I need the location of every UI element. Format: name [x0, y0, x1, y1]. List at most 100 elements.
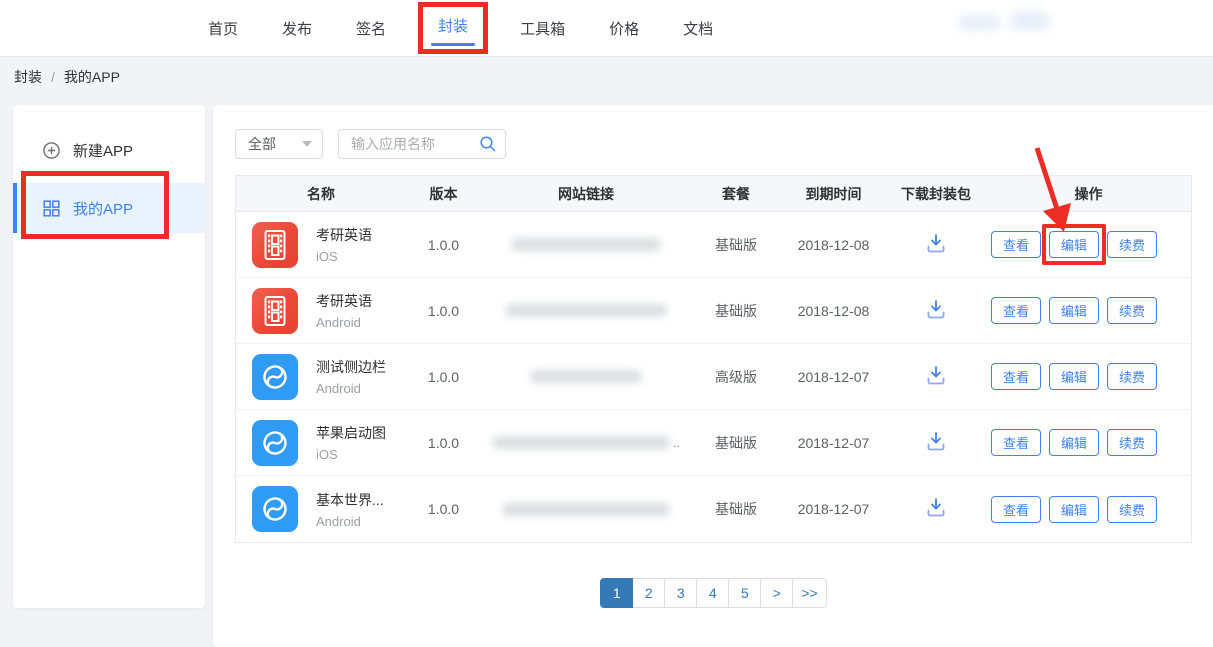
edit-button[interactable]: 编辑 [1049, 496, 1099, 523]
annotation-box-edit-button: 编辑 [1042, 224, 1106, 265]
link-suffix: .. [673, 435, 680, 450]
app-expiry-date: 2018-12-08 [781, 303, 886, 319]
nav-item-home[interactable]: 首页 [208, 18, 238, 39]
app-version: 1.0.0 [406, 303, 481, 319]
app-version: 1.0.0 [406, 435, 481, 451]
column-header: 名称 [236, 184, 406, 204]
page-button-1[interactable]: 1 [600, 578, 633, 608]
table-row: 苹果启动图 iOS 1.0.0 .. 基础版 2018-12-07 [236, 410, 1191, 476]
app-platform: Android [316, 315, 372, 330]
download-icon[interactable] [922, 362, 950, 392]
sidebar: 新建APP 我的APP [13, 105, 205, 608]
next-page-button[interactable]: > [760, 578, 793, 608]
view-button[interactable]: 查看 [991, 429, 1041, 456]
app-version: 1.0.0 [406, 369, 481, 385]
column-header: 套餐 [691, 184, 781, 204]
app-platform: iOS [316, 249, 372, 264]
column-header: 网站链接 [481, 184, 691, 204]
sidebar-item-my-app[interactable]: 我的APP [13, 183, 205, 233]
app-plan: 高级版 [691, 367, 781, 387]
last-page-button[interactable]: >> [792, 578, 826, 608]
download-icon[interactable] [922, 230, 950, 260]
s-logo-icon [252, 486, 298, 532]
renew-button[interactable]: 续费 [1107, 429, 1157, 456]
page-button-5[interactable]: 5 [728, 578, 761, 608]
table-row: 考研英语 Android 1.0.0 基础版 2018-12-08 查看 编辑 … [236, 278, 1191, 344]
table-row: 基本世界... Android 1.0.0 基础版 2018-12-07 查看 … [236, 476, 1191, 542]
renew-button[interactable]: 续费 [1107, 363, 1157, 390]
app-platform: iOS [316, 447, 386, 462]
s-logo-icon [252, 354, 298, 400]
breadcrumb-section[interactable]: 封装 [14, 67, 42, 87]
app-name: 考研英语 [316, 225, 372, 245]
sidebar-item-label: 新建APP [73, 140, 133, 161]
s-logo-icon [252, 420, 298, 466]
blurred-website-link [511, 238, 661, 251]
blurred-user-info [1010, 12, 1050, 30]
view-button[interactable]: 查看 [991, 496, 1041, 523]
app-expiry-date: 2018-12-07 [781, 369, 886, 385]
app-expiry-date: 2018-12-07 [781, 501, 886, 517]
renew-button[interactable]: 续费 [1107, 297, 1157, 324]
film-icon [252, 222, 298, 268]
app-version: 1.0.0 [406, 237, 481, 253]
app-expiry-date: 2018-12-08 [781, 237, 886, 253]
column-header: 版本 [406, 184, 481, 204]
filter-dropdown[interactable]: 全部 [235, 129, 323, 159]
download-icon[interactable] [922, 296, 950, 326]
nav-item-signature[interactable]: 签名 [356, 18, 386, 39]
table-row: 测试侧边栏 Android 1.0.0 高级版 2018-12-07 查看 编辑… [236, 344, 1191, 410]
nav-item-package[interactable]: 封装 [438, 15, 468, 36]
edit-button[interactable]: 编辑 [1049, 363, 1099, 390]
page-button-2[interactable]: 2 [632, 578, 665, 608]
app-name: 基本世界... [316, 490, 384, 510]
blurred-website-link [530, 370, 642, 383]
download-icon[interactable] [922, 494, 950, 524]
table-row: 考研英语 iOS 1.0.0 基础版 2018-12-08 查看 编辑 [236, 212, 1191, 278]
page-button-3[interactable]: 3 [664, 578, 697, 608]
app-plan: 基础版 [691, 433, 781, 453]
top-nav-bar: 首页 发布 签名 封装 工具箱 价格 文档 [0, 0, 1213, 57]
blurred-website-link [502, 503, 670, 516]
app-table: 名称 版本 网站链接 套餐 到期时间 下载封装包 操作 考研英语 iOS [235, 175, 1192, 543]
nav-item-publish[interactable]: 发布 [282, 18, 312, 39]
page: 首页 发布 签名 封装 工具箱 价格 文档 封装 / 我的APP 新建APP [0, 0, 1213, 647]
column-header: 操作 [986, 184, 1191, 204]
page-button-4[interactable]: 4 [696, 578, 729, 608]
search-box [338, 129, 506, 159]
film-icon [252, 288, 298, 334]
pagination: 1 2 3 4 5 > >> [235, 578, 1192, 608]
view-button[interactable]: 查看 [991, 297, 1041, 324]
blurred-website-link [492, 436, 670, 449]
view-button[interactable]: 查看 [991, 231, 1041, 258]
filter-toolbar: 全部 [235, 129, 506, 159]
edit-button[interactable]: 编辑 [1049, 297, 1099, 324]
plus-circle-icon [43, 142, 60, 159]
sidebar-item-new-app[interactable]: 新建APP [13, 129, 205, 171]
main-panel: 全部 名称 版本 网站链接 套餐 到期时间 下载封装包 操作 [213, 105, 1213, 647]
app-platform: Android [316, 514, 384, 529]
column-header: 下载封装包 [886, 184, 986, 204]
app-expiry-date: 2018-12-07 [781, 435, 886, 451]
view-button[interactable]: 查看 [991, 363, 1041, 390]
search-icon[interactable] [479, 135, 497, 158]
nav-item-toolbox[interactable]: 工具箱 [520, 18, 565, 39]
main-nav: 首页 发布 签名 封装 工具箱 价格 文档 [0, 2, 713, 54]
nav-item-price[interactable]: 价格 [609, 18, 639, 39]
renew-button[interactable]: 续费 [1107, 231, 1157, 258]
breadcrumb-current: 我的APP [64, 67, 120, 87]
renew-button[interactable]: 续费 [1107, 496, 1157, 523]
download-icon[interactable] [922, 428, 950, 458]
sidebar-item-label: 我的APP [73, 198, 133, 219]
edit-button[interactable]: 编辑 [1049, 429, 1099, 456]
edit-button[interactable]: 编辑 [1049, 231, 1099, 258]
app-plan: 基础版 [691, 499, 781, 519]
breadcrumb: 封装 / 我的APP [14, 67, 120, 87]
app-plan: 基础版 [691, 235, 781, 255]
blurred-user-info [958, 15, 1000, 30]
app-platform: Android [316, 381, 386, 396]
filter-dropdown-value: 全部 [248, 134, 276, 154]
annotation-box-nav-package: 封装 [418, 2, 488, 54]
nav-item-docs[interactable]: 文档 [683, 18, 713, 39]
table-header-row: 名称 版本 网站链接 套餐 到期时间 下载封装包 操作 [236, 176, 1191, 212]
